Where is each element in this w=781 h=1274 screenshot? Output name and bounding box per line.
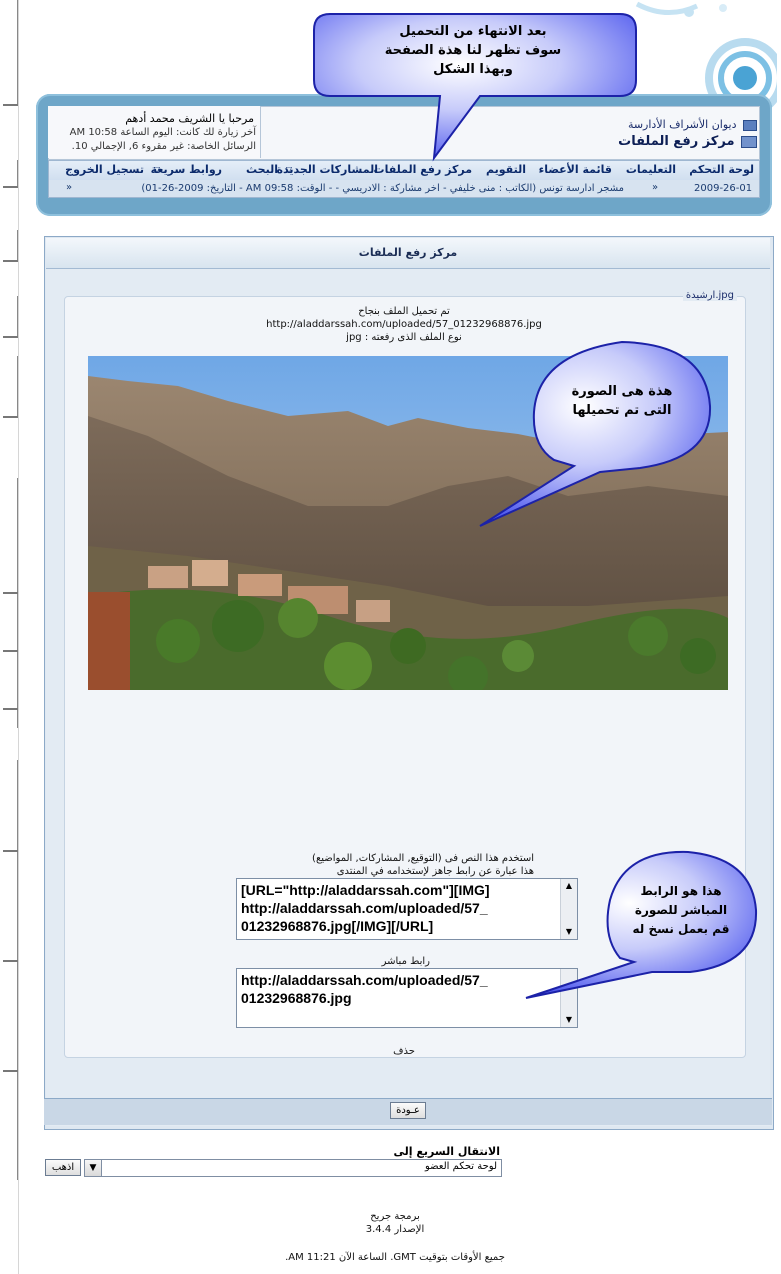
ticker-date: 2009-26-01 [694,183,753,194]
go-button[interactable]: اذهب [45,1159,81,1176]
jump-selected: لوحة تحكم العضو [424,1161,497,1172]
callout-line: بعد الانتهاء من التحميل [399,24,547,39]
bbcode-instructions: استخدم هذا النص فى (التوقيع, المشاركات, … [64,852,534,878]
jump-select[interactable]: لوحة تحكم العضو ▼ [84,1159,502,1177]
nav-help[interactable]: التعليمات [626,163,676,176]
callout-line: قم بعمل نسخ له [632,922,730,936]
edge-line [17,160,18,186]
folder-open-icon [741,136,757,148]
dropdown-arrow-icon: ▽ [153,165,160,174]
back-button[interactable]: عـودة [390,1102,426,1119]
callout-link: هذا هو الرابط المباشر للصورة قم بعمل نسخ… [612,882,750,939]
callout-line: هذة هى الصورة [571,384,673,399]
dropdown-arrow-icon: ▽ [285,165,292,174]
callout-line: وبهذا الشكل [433,62,513,77]
fieldset-legend: ارشيدة.jpg [682,290,737,301]
edge-line [17,760,18,1180]
ticker-arrow-left[interactable]: » [66,182,72,193]
edge-mark [3,1070,18,1072]
edge-mark [3,850,18,852]
ticker-arrow-right[interactable]: » [652,182,658,193]
upload-success-text: تم تحميل الملف بنجاح [358,306,450,317]
chevron-down-icon[interactable]: ▼ [85,1160,102,1176]
callout-line: سوف تظهر لنا هذة الصفحة [384,43,562,58]
use-text-2: هذا عبارة عن رابط جاهز لإستخدامه في المن… [336,866,534,877]
nav-member-list[interactable]: قائمة الأعضاء [539,163,612,176]
edge-mark [3,104,18,106]
uploaded-file-url: http://aladdarssah.com/uploaded/57_01232… [266,319,542,330]
callout-line: المباشر للصورة [634,903,728,917]
nav-search[interactable]: البحث [246,163,278,176]
panel-title: مركز رفع الملفات [46,238,770,269]
edge-line [17,230,18,260]
edge-mark [3,960,18,962]
callout-top: بعد الانتهاء من التحميل سوف تظهر لنا هذة… [318,22,628,79]
edge-mark [3,708,18,710]
edge-line [17,296,18,336]
edge-mark [3,416,18,418]
left-edge-strip [0,0,19,1274]
edge-line [17,478,18,728]
nav-calendar[interactable]: التقويم [486,163,526,176]
edge-line [17,356,18,416]
ticker-text[interactable]: مشجر ادارسة تونس (الكاتب : منى خليفي - آ… [100,183,624,194]
nav-upload-center[interactable]: مركز رفع الملفات [374,163,472,176]
edge-mark [3,186,18,188]
callout-image: هذة هى الصورة التى تم تحميلها [536,382,708,420]
use-text: استخدم هذا النص فى (التوقيع, المشاركات, … [312,853,534,864]
callout-line: هذا هو الرابط [640,884,722,898]
scroll-down-icon[interactable]: ▼ [561,1013,577,1027]
jump-title: الانتقال السريع إلى [393,1145,500,1158]
edge-mark [3,650,18,652]
footer-time: جميع الأوقات بتوقيت GMT. الساعة الآن 11:… [285,1252,505,1263]
nav-logout[interactable]: تسجيل الخروج [65,163,144,176]
folder-icon [743,119,757,131]
nav-quick-links[interactable]: روابط سريعة [151,163,222,176]
edge-mark [3,336,18,338]
nav-control-panel[interactable]: لوحة التحكم [689,163,754,176]
edge-line [17,0,18,104]
direct-link-label: رابط مباشر [381,956,430,967]
footer-credits: برمجة جريح الإصدار 3.4.4 [300,1210,490,1236]
welcome-text: مرحبا يا الشريف محمد أدهم [125,112,254,125]
callout-image-shape [479,340,712,527]
powered-by: برمجة جريح [370,1211,420,1222]
version-text: الإصدار 3.4.4 [365,1224,425,1235]
edge-mark [3,592,18,594]
last-visit-text: آخر زيارة لك كانت: اليوم الساعة 10:58 AM [69,127,256,138]
edge-mark [3,260,18,262]
private-messages-link[interactable]: الرسائل الخاصة: غير مقروء 6, الإجمالي 10… [54,141,256,152]
callout-line: التى تم تحميلها [572,403,672,418]
delete-link[interactable]: حذف [64,1046,744,1057]
